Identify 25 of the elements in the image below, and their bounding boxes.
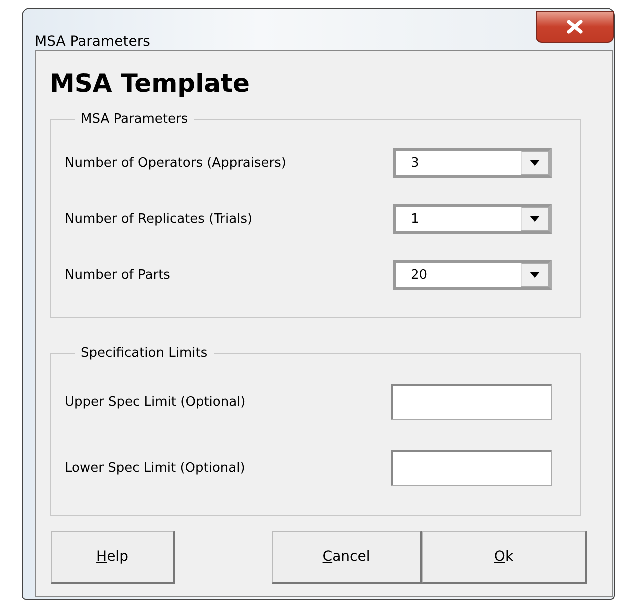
field-label: Number of Replicates (Trials) — [65, 212, 253, 226]
caret-icon — [530, 272, 540, 278]
dialog-button[interactable]: Cancel — [272, 531, 422, 584]
close-button[interactable] — [536, 11, 614, 43]
window-title: MSA Parameters — [35, 34, 150, 50]
dialog-button[interactable]: Ok — [422, 531, 587, 584]
input-field[interactable] — [391, 450, 552, 486]
dialog-heading: MSA Template — [50, 69, 251, 98]
group-title: MSA Parameters — [80, 112, 190, 127]
dropdown-button[interactable] — [521, 263, 549, 287]
close-icon — [566, 20, 584, 34]
dropdown-field[interactable]: 3 — [393, 148, 552, 178]
dropdown-button[interactable] — [521, 207, 549, 231]
dropdown-button[interactable] — [521, 151, 549, 175]
input-field[interactable] — [391, 384, 552, 420]
caret-icon — [530, 216, 540, 222]
dialog-button[interactable]: Help — [51, 531, 175, 584]
field-label: Lower Spec Limit (Optional) — [65, 460, 246, 476]
dropdown-field[interactable]: 20 — [393, 260, 552, 290]
field-label: Number of Operators (Appraisers) — [65, 156, 286, 170]
caret-icon — [530, 160, 540, 166]
field-label: Number of Parts — [65, 268, 170, 282]
field-label: Upper Spec Limit (Optional) — [65, 394, 246, 410]
group-title: Specification Limits — [80, 346, 209, 361]
dropdown-field[interactable]: 1 — [393, 204, 552, 234]
